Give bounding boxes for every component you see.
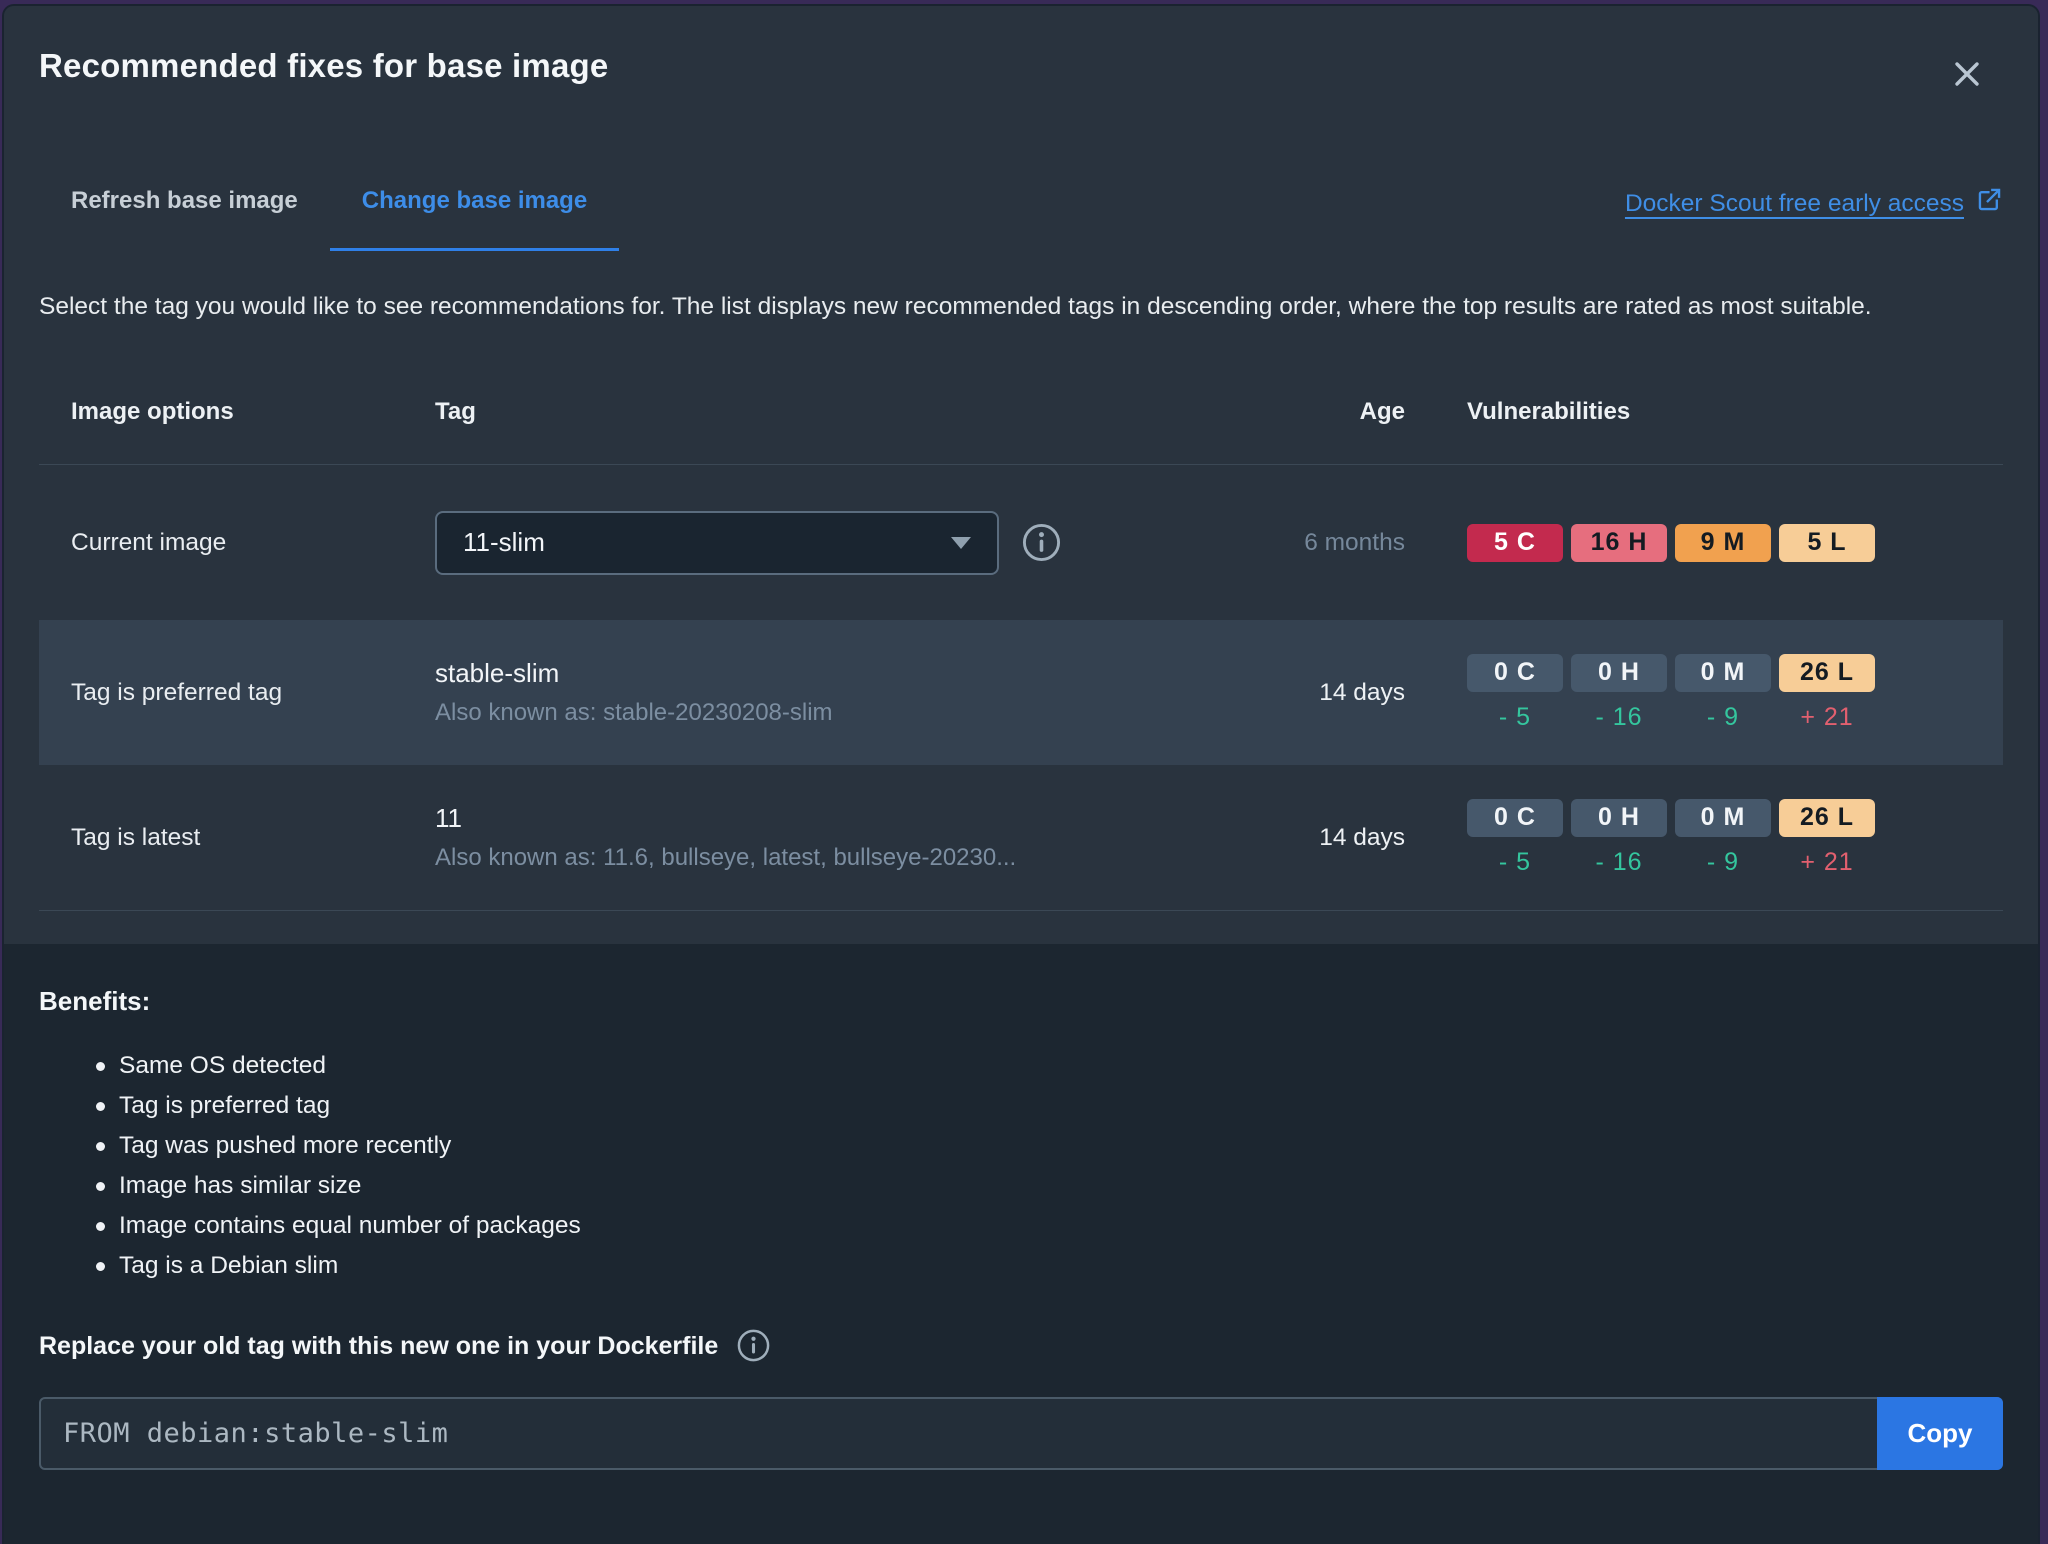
tag-name: stable-slim [435, 658, 560, 688]
badge-high: 0 H [1571, 653, 1667, 692]
badge-delta: - 16 [1595, 847, 1643, 876]
copy-button[interactable]: Copy [1877, 1397, 2003, 1470]
vulnerability-badges: 0 C - 5 0 H - 16 0 M - 9 26 L + 21 [1467, 653, 2003, 732]
tag-name: 11 [435, 803, 462, 833]
badge-delta: + 21 [1800, 702, 1854, 731]
recommendations-table: Image options Tag Age Vulnerabilities Cu… [39, 398, 2003, 911]
tag-aliases: Also known as: 11.6, bullseye, latest, b… [435, 844, 1017, 871]
benefit-item: Same OS detected [39, 1046, 2003, 1086]
row-option-label: Current image [71, 528, 227, 556]
close-button[interactable] [1949, 56, 1985, 92]
external-link-icon [1976, 186, 2003, 221]
benefits-list: Same OS detected Tag is preferred tag Ta… [39, 1046, 2003, 1286]
dockerfile-info-icon[interactable] [736, 1328, 771, 1363]
recommended-fixes-dialog: Recommended fixes for base image Refresh… [2, 4, 2040, 1544]
age-value: 6 months [1304, 528, 1405, 556]
badge-medium: 0 M [1675, 798, 1771, 837]
dockerfile-command: FROM debian:stable-slim [63, 1418, 449, 1449]
benefit-item: Tag was pushed more recently [39, 1126, 2003, 1166]
badge-delta: - 16 [1595, 702, 1643, 731]
badge-critical: 0 C [1467, 653, 1563, 692]
badge-delta: - 5 [1498, 847, 1532, 876]
page-title: Recommended fixes for base image [39, 47, 609, 84]
docker-scout-link[interactable]: Docker Scout free early access [1625, 186, 2003, 221]
badge-medium: 9 M [1675, 523, 1771, 562]
benefit-item: Tag is a Debian slim [39, 1246, 2003, 1286]
row-option-label: Tag is preferred tag [71, 678, 283, 706]
dialog-description: Select the tag you would like to see rec… [39, 293, 1872, 320]
header-age: Age [1359, 398, 1405, 425]
age-value: 14 days [1319, 678, 1405, 706]
badge-critical: 5 C [1467, 523, 1563, 562]
badge-critical: 0 C [1467, 798, 1563, 837]
badge-low: 5 L [1779, 523, 1875, 562]
tag-select[interactable]: 11-slim [435, 510, 999, 575]
badge-delta: - 9 [1706, 702, 1740, 731]
benefit-item: Image contains equal number of packages [39, 1206, 2003, 1246]
close-icon [1949, 62, 1985, 95]
badge-delta: - 5 [1498, 702, 1532, 731]
benefits-title: Benefits: [39, 986, 151, 1016]
benefits-section: Benefits: Same OS detected Tag is prefer… [4, 944, 2038, 1544]
header-image-options: Image options [71, 398, 234, 425]
replace-tag-heading: Replace your old tag with this new one i… [39, 1331, 719, 1360]
vulnerability-badges: 5 C 16 H 9 M 5 L [1467, 523, 2003, 562]
age-value: 14 days [1319, 823, 1405, 851]
dialog-top-section: Recommended fixes for base image Refresh… [4, 6, 2038, 944]
badge-low: 26 L [1779, 653, 1875, 692]
tag-select-value: 11-slim [463, 527, 545, 557]
badge-low: 26 L [1779, 798, 1875, 837]
dockerfile-command-box: FROM debian:stable-slim Copy [39, 1397, 2003, 1470]
header-vulnerabilities: Vulnerabilities [1467, 398, 1631, 425]
current-image-info-icon[interactable] [1021, 522, 1062, 563]
tab-refresh-base-image[interactable]: Refresh base image [39, 186, 330, 251]
benefit-item: Tag is preferred tag [39, 1086, 2003, 1126]
docker-scout-link-label: Docker Scout free early access [1624, 189, 1964, 217]
header-tag: Tag [435, 398, 476, 425]
chevron-down-icon [951, 536, 971, 549]
tag-aliases: Also known as: stable-20230208-slim [435, 699, 833, 726]
row-latest-tag[interactable]: Tag is latest 11 Also known as: 11.6, bu… [39, 765, 2003, 911]
table-header-row: Image options Tag Age Vulnerabilities [39, 398, 2003, 465]
badge-delta: + 21 [1800, 847, 1854, 876]
tab-bar: Refresh base image Change base image Doc… [39, 186, 2003, 251]
benefit-item: Image has similar size [39, 1166, 2003, 1206]
badge-medium: 0 M [1675, 653, 1771, 692]
row-current-image: Current image 11-slim 6 months 5 C 16 H … [39, 465, 2003, 620]
badge-high: 0 H [1571, 798, 1667, 837]
badge-high: 16 H [1571, 523, 1667, 562]
badge-delta: - 9 [1706, 847, 1740, 876]
vulnerability-badges: 0 C - 5 0 H - 16 0 M - 9 26 L + 21 [1467, 798, 2003, 877]
row-preferred-tag[interactable]: Tag is preferred tag stable-slim Also kn… [39, 620, 2003, 765]
row-option-label: Tag is latest [71, 823, 201, 851]
tab-change-base-image[interactable]: Change base image [329, 186, 620, 251]
